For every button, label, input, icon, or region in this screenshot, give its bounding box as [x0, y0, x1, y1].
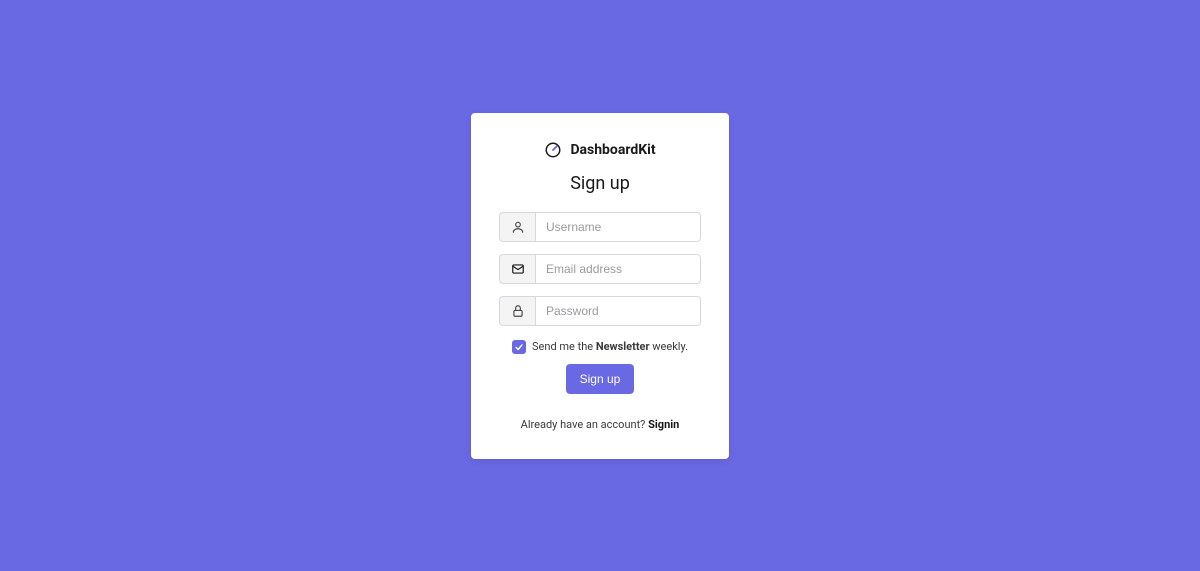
password-group	[499, 296, 701, 326]
signin-prompt: Already have an account? Signin	[499, 418, 701, 431]
page-title: Sign up	[499, 173, 701, 194]
user-icon	[499, 212, 535, 242]
brand: DashboardKit	[499, 141, 701, 159]
lock-icon	[499, 296, 535, 326]
signup-card: DashboardKit Sign up	[471, 113, 729, 459]
newsletter-label-suffix: weekly.	[650, 340, 688, 353]
brand-name: DashboardKit	[570, 142, 655, 158]
username-group	[499, 212, 701, 242]
newsletter-row: Send me the Newsletter weekly.	[499, 340, 701, 354]
gauge-icon	[544, 141, 562, 159]
newsletter-label: Send me the Newsletter weekly.	[532, 340, 688, 353]
signin-prompt-text: Already have an account?	[521, 418, 648, 431]
mail-icon	[499, 254, 535, 284]
newsletter-label-strong: Newsletter	[596, 340, 650, 353]
email-input[interactable]	[535, 254, 701, 284]
email-group	[499, 254, 701, 284]
newsletter-label-prefix: Send me the	[532, 340, 596, 353]
username-input[interactable]	[535, 212, 701, 242]
newsletter-checkbox[interactable]	[512, 340, 526, 354]
signup-button[interactable]: Sign up	[566, 364, 635, 394]
signin-link[interactable]: Signin	[648, 418, 679, 431]
password-input[interactable]	[535, 296, 701, 326]
